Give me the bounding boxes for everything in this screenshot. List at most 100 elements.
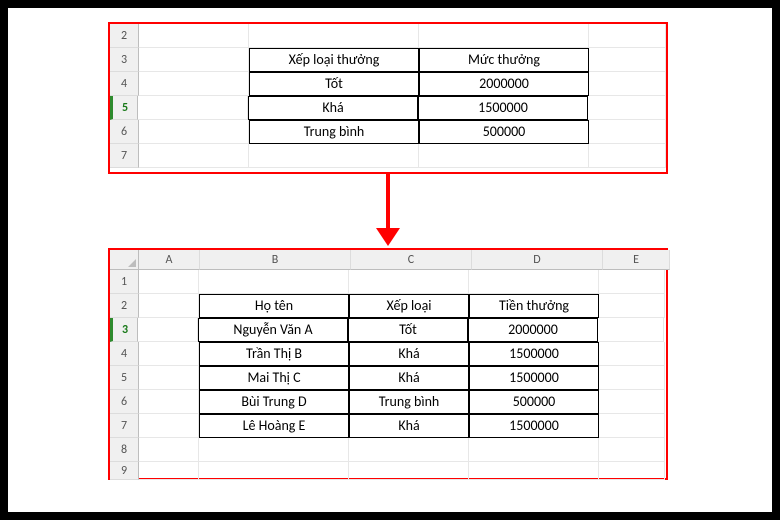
- result-rating-cell[interactable]: Khá: [349, 342, 469, 366]
- result-bonus-cell[interactable]: 500000: [469, 390, 599, 414]
- cell-empty[interactable]: [138, 96, 248, 120]
- grid-row: 6 Trung bình 500000: [110, 120, 666, 144]
- cell-empty[interactable]: [249, 144, 419, 168]
- cell-empty[interactable]: [349, 438, 469, 462]
- cell-empty[interactable]: [599, 342, 665, 366]
- cell-empty[interactable]: [138, 318, 198, 342]
- cell-empty[interactable]: [599, 366, 665, 390]
- row-header[interactable]: 3: [110, 48, 139, 72]
- grid-row: 9: [110, 462, 666, 480]
- result-name-cell[interactable]: Trần Thị B: [199, 342, 349, 366]
- result-name-cell[interactable]: Lê Hoàng E: [199, 414, 349, 438]
- result-header-rating[interactable]: Xếp loại: [349, 294, 469, 318]
- result-rating-cell[interactable]: Khá: [349, 414, 469, 438]
- col-header[interactable]: C: [351, 250, 472, 270]
- row-header[interactable]: 4: [110, 72, 139, 96]
- lookup-rating-cell[interactable]: Khá: [248, 96, 418, 120]
- result-bonus-cell[interactable]: 1500000: [469, 414, 599, 438]
- cell-empty[interactable]: [469, 438, 599, 462]
- cell-empty[interactable]: [589, 120, 666, 144]
- cell-empty[interactable]: [599, 438, 665, 462]
- row-header-selected[interactable]: 3: [110, 318, 138, 342]
- cell-empty[interactable]: [139, 270, 199, 294]
- row-header[interactable]: 4: [110, 342, 139, 366]
- grid-row: 7 Lê Hoàng E Khá 1500000: [110, 414, 666, 438]
- cell-empty[interactable]: [139, 294, 199, 318]
- cell-empty[interactable]: [139, 462, 199, 480]
- cell-empty[interactable]: [589, 144, 666, 168]
- result-name-cell[interactable]: Nguyễn Văn A: [198, 318, 348, 342]
- cell-empty[interactable]: [419, 144, 589, 168]
- cell-empty[interactable]: [469, 270, 599, 294]
- cell-empty[interactable]: [249, 24, 419, 48]
- cell-empty[interactable]: [469, 462, 599, 480]
- lookup-bonus-cell[interactable]: 1500000: [418, 96, 588, 120]
- row-header[interactable]: 7: [110, 144, 139, 168]
- cell-empty[interactable]: [199, 462, 349, 480]
- row-header[interactable]: 8: [110, 438, 139, 462]
- row-header[interactable]: 2: [110, 24, 139, 48]
- cell-empty[interactable]: [139, 144, 249, 168]
- cell-empty[interactable]: [139, 24, 249, 48]
- lookup-header-rating[interactable]: Xếp loại thưởng: [249, 48, 419, 72]
- result-header-name[interactable]: Họ tên: [199, 294, 349, 318]
- cell-empty[interactable]: [599, 270, 665, 294]
- cell-empty[interactable]: [598, 318, 664, 342]
- cell-empty[interactable]: [139, 342, 199, 366]
- cell-empty[interactable]: [139, 48, 249, 72]
- col-header[interactable]: A: [139, 250, 200, 270]
- grid-row: 7: [110, 144, 666, 168]
- grid-row: 2 Họ tên Xếp loại Tiền thưởng: [110, 294, 666, 318]
- result-name-cell[interactable]: Bùi Trung D: [199, 390, 349, 414]
- cell-empty[interactable]: [349, 270, 469, 294]
- cell-empty[interactable]: [139, 390, 199, 414]
- row-header[interactable]: 1: [110, 270, 139, 294]
- col-header[interactable]: E: [603, 250, 670, 270]
- result-rating-cell[interactable]: Tốt: [348, 318, 468, 342]
- cell-empty[interactable]: [589, 24, 666, 48]
- result-bonus-cell[interactable]: 1500000: [469, 366, 599, 390]
- grid-row: 5 Mai Thị C Khá 1500000: [110, 366, 666, 390]
- cell-empty[interactable]: [589, 48, 666, 72]
- row-header[interactable]: 9: [110, 462, 139, 480]
- cell-empty[interactable]: [599, 414, 665, 438]
- arrow-down-icon: [384, 174, 392, 248]
- row-header[interactable]: 5: [110, 366, 139, 390]
- cell-empty[interactable]: [139, 72, 249, 96]
- column-header-row: A B C D E: [110, 250, 666, 270]
- cell-empty[interactable]: [588, 96, 666, 120]
- cell-empty[interactable]: [199, 438, 349, 462]
- cell-empty[interactable]: [139, 438, 199, 462]
- cell-empty[interactable]: [139, 120, 249, 144]
- cell-empty[interactable]: [349, 462, 469, 480]
- row-header[interactable]: 6: [110, 120, 139, 144]
- select-all-corner[interactable]: [110, 250, 139, 270]
- row-header[interactable]: 7: [110, 414, 139, 438]
- col-header[interactable]: D: [472, 250, 603, 270]
- lookup-bonus-cell[interactable]: 2000000: [419, 72, 589, 96]
- result-rating-cell[interactable]: Trung bình: [349, 390, 469, 414]
- cell-empty[interactable]: [599, 390, 665, 414]
- col-header[interactable]: B: [200, 250, 351, 270]
- lookup-rating-cell[interactable]: Trung bình: [249, 120, 419, 144]
- lookup-rating-cell[interactable]: Tốt: [249, 72, 419, 96]
- result-name-cell[interactable]: Mai Thị C: [199, 366, 349, 390]
- row-header[interactable]: 6: [110, 390, 139, 414]
- row-header[interactable]: 2: [110, 294, 139, 318]
- cell-empty[interactable]: [139, 366, 199, 390]
- cell-empty[interactable]: [589, 72, 666, 96]
- lookup-bonus-cell[interactable]: 500000: [419, 120, 589, 144]
- cell-empty[interactable]: [599, 462, 665, 480]
- lookup-header-bonus[interactable]: Mức thưởng: [419, 48, 589, 72]
- cell-empty[interactable]: [139, 414, 199, 438]
- result-rating-cell[interactable]: Khá: [349, 366, 469, 390]
- grid-row: 8: [110, 438, 666, 462]
- row-header-selected[interactable]: 5: [110, 96, 138, 120]
- frame: 2 3 Xếp loại thưởng Mức thưởng 4 Tốt 200…: [0, 0, 780, 520]
- result-bonus-cell[interactable]: 1500000: [469, 342, 599, 366]
- cell-empty[interactable]: [199, 270, 349, 294]
- cell-empty[interactable]: [419, 24, 589, 48]
- result-bonus-cell[interactable]: 2000000: [468, 318, 598, 342]
- cell-empty[interactable]: [599, 294, 665, 318]
- result-header-bonus[interactable]: Tiền thưởng: [469, 294, 599, 318]
